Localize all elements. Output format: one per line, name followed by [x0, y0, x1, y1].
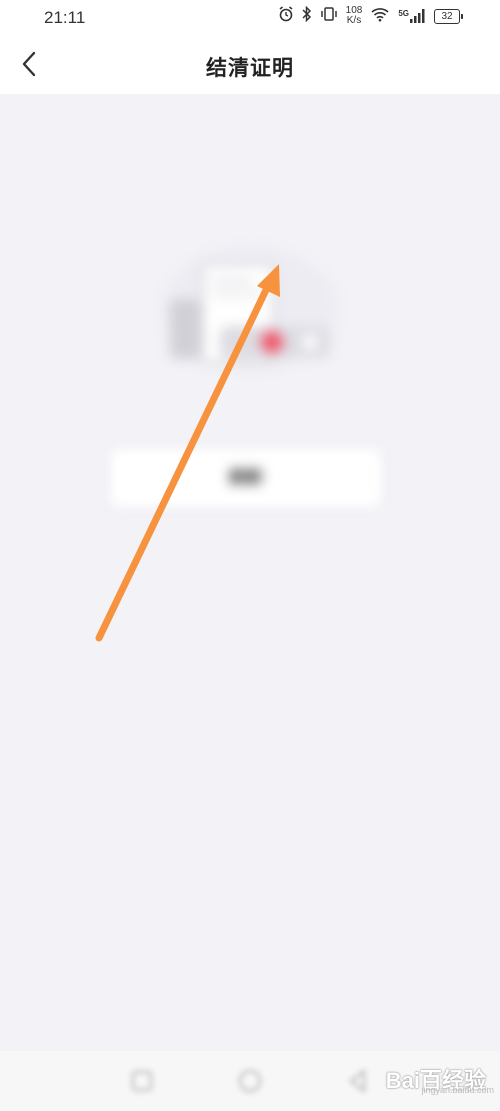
- status-time: 21:11: [44, 8, 86, 27]
- blurred-empty-state: 刷新: [0, 94, 500, 1051]
- home-icon[interactable]: [236, 1067, 264, 1095]
- signal-icon: 5G: [398, 9, 426, 23]
- wifi-icon: [370, 6, 390, 26]
- network-speed: 108 K/s: [346, 6, 363, 26]
- network-type: 5G: [398, 9, 409, 18]
- empty-document-illustration: [162, 247, 338, 371]
- recent-apps-icon[interactable]: [128, 1067, 156, 1095]
- bluetooth-icon: [302, 5, 312, 26]
- back-nav-icon[interactable]: [344, 1067, 372, 1095]
- battery-icon: 32: [434, 8, 463, 24]
- network-speed-unit: K/s: [346, 15, 362, 26]
- nav-bar: 结清证明: [0, 36, 500, 94]
- status-bar: 21:11 108 K/s 5G 32: [0, 0, 500, 36]
- vibrate-icon: [320, 6, 338, 26]
- page-title: 结清证明: [206, 56, 294, 80]
- main-content: 刷新: [0, 94, 500, 1051]
- status-icons: 108 K/s 5G 32: [278, 5, 463, 26]
- bottom-navigation-bar: Bai百经验 jingyan.baidu.com: [0, 1051, 500, 1111]
- refresh-button[interactable]: 刷新: [110, 448, 382, 508]
- watermark-url: jingyan.baidu.com: [421, 1085, 494, 1095]
- alarm-icon: [278, 6, 294, 26]
